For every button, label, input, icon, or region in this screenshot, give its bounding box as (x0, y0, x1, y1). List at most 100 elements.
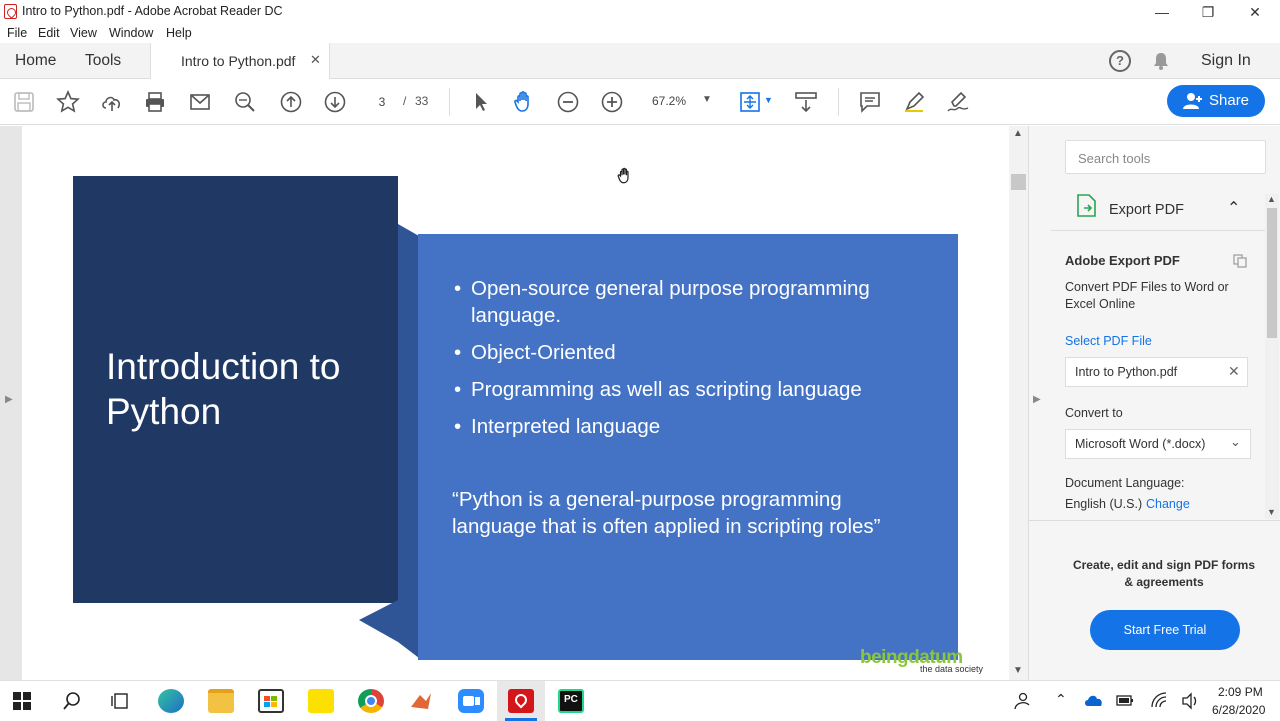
page-separator: / (403, 94, 407, 108)
menu-view[interactable]: View (70, 26, 97, 40)
email-icon[interactable] (188, 90, 212, 114)
previous-page-icon[interactable] (279, 90, 303, 114)
task-view-icon[interactable] (110, 691, 130, 711)
windows-start-icon[interactable] (13, 692, 31, 710)
restore-button[interactable]: ❐ (1185, 0, 1231, 24)
comment-icon[interactable] (858, 90, 882, 114)
find-zoom-icon[interactable] (233, 90, 257, 114)
pane-scroll-thumb[interactable] (1267, 208, 1277, 338)
zoom-in-icon[interactable] (600, 90, 624, 114)
change-language-link[interactable]: Change (1146, 497, 1190, 511)
sign-in-link[interactable]: Sign In (1201, 52, 1251, 70)
edge-icon[interactable] (158, 689, 184, 713)
save-icon[interactable] (12, 90, 36, 114)
document-scrollbar[interactable]: ▲ ▼ (1009, 126, 1028, 680)
left-pane-expand-icon[interactable]: ▶ (5, 394, 13, 405)
battery-icon[interactable] (1116, 693, 1134, 707)
acrobat-icon (508, 689, 534, 713)
print-icon[interactable] (143, 90, 167, 114)
fit-dropdown-icon[interactable]: ▼ (764, 95, 773, 105)
windows-taskbar: PC ⌃ 2:09 PM 6/28/2020 (0, 680, 1280, 721)
store-icon[interactable] (258, 689, 284, 713)
select-pdf-file-link[interactable]: Select PDF File (1065, 334, 1152, 348)
zoom-out-icon[interactable] (556, 90, 580, 114)
next-page-icon[interactable] (323, 90, 347, 114)
zoom-app-icon[interactable] (458, 689, 484, 713)
volume-icon[interactable] (1181, 692, 1199, 710)
highlight-pen-icon[interactable] (902, 90, 926, 114)
help-icon[interactable]: ? (1109, 50, 1131, 72)
window-title: Intro to Python.pdf - Adobe Acrobat Read… (22, 4, 283, 18)
acrobat-app-icon (4, 4, 17, 19)
search-icon[interactable] (62, 691, 82, 711)
convert-to-value: Microsoft Word (*.docx) (1075, 437, 1206, 451)
zoom-level-value[interactable]: 67.2% (652, 94, 686, 108)
document-viewport[interactable]: ▶ Introduction to Python • Open-source ge… (0, 126, 1028, 680)
tab-document[interactable]: Intro to Python.pdf ✕ (150, 43, 330, 79)
chrome-icon[interactable] (358, 689, 384, 713)
tab-document-label: Intro to Python.pdf (181, 53, 296, 69)
share-button-label: Share (1209, 92, 1250, 109)
bullet-text: Interpreted language (471, 415, 661, 438)
menu-file[interactable]: File (7, 26, 27, 40)
divider (1029, 520, 1280, 521)
search-tools-placeholder: Search tools (1078, 151, 1151, 166)
right-pane-collapse-icon[interactable]: ▶ (1033, 394, 1041, 405)
export-pdf-header[interactable]: Export PDF ⌃ (1051, 190, 1266, 230)
matlab-icon[interactable] (408, 689, 434, 713)
scroll-up-icon[interactable]: ▲ (1013, 128, 1023, 139)
acrobat-taskbar-active[interactable] (497, 681, 545, 721)
copy-icon[interactable] (1233, 254, 1247, 268)
wifi-icon[interactable] (1150, 692, 1168, 708)
minimize-button[interactable]: — (1139, 0, 1185, 24)
menu-window[interactable]: Window (109, 26, 153, 40)
tools-pane-scrollbar[interactable]: ▲ ▼ (1265, 194, 1279, 519)
tab-home[interactable]: Home (15, 52, 56, 70)
upload-cloud-icon[interactable] (100, 90, 124, 114)
selected-file-field[interactable]: Intro to Python.pdf ✕ (1065, 357, 1248, 387)
menu-edit[interactable]: Edit (38, 26, 60, 40)
clock-date[interactable]: 6/28/2020 (1212, 703, 1265, 717)
zoom-dropdown-icon[interactable]: ▼ (702, 94, 712, 105)
scroll-down-icon[interactable]: ▼ (1013, 665, 1023, 676)
bullet-item: • Open-source general purpose programming… (454, 277, 870, 327)
pane-scroll-up-icon[interactable]: ▲ (1267, 194, 1276, 204)
close-window-button[interactable]: ✕ (1232, 0, 1278, 24)
export-description: Convert PDF Files to Word or Excel Onlin… (1065, 280, 1229, 311)
show-hidden-icons-icon[interactable]: ⌃ (1055, 691, 1067, 708)
search-tools-input[interactable]: Search tools (1065, 140, 1266, 174)
notification-bell-icon[interactable] (1151, 51, 1171, 71)
hand-tool-icon[interactable] (512, 90, 536, 114)
convert-to-select[interactable]: Microsoft Word (*.docx) ⌄ (1065, 429, 1251, 459)
bookmark-star-icon[interactable] (56, 90, 80, 114)
convert-to-label: Convert to (1065, 406, 1123, 420)
collapse-chevron-icon[interactable]: ⌃ (1227, 198, 1240, 218)
clock-time[interactable]: 2:09 PM (1218, 685, 1263, 699)
scroll-thumb[interactable] (1011, 174, 1026, 190)
file-explorer-icon[interactable] (208, 689, 234, 713)
tab-bar: Home Tools Intro to Python.pdf ✕ ? Sign … (0, 43, 1280, 79)
adobe-export-heading: Adobe Export PDF (1065, 253, 1180, 268)
select-cursor-icon[interactable] (469, 90, 493, 114)
toolbar-divider (449, 88, 450, 116)
chevron-down-icon: ⌄ (1230, 434, 1241, 449)
divider (1051, 230, 1266, 231)
people-icon[interactable] (1013, 692, 1031, 710)
sticky-notes-icon[interactable] (308, 689, 334, 713)
toolbar: 3 / 33 67.2% ▼ ▼ Share (0, 79, 1280, 125)
menu-help[interactable]: Help (166, 26, 192, 40)
scrolling-mode-icon[interactable] (794, 90, 818, 114)
close-tab-icon[interactable]: ✕ (310, 52, 321, 68)
onedrive-cloud-icon[interactable] (1084, 693, 1104, 707)
remove-file-icon[interactable]: ✕ (1228, 363, 1240, 380)
export-pdf-icon (1077, 194, 1096, 217)
pycharm-icon[interactable]: PC (558, 689, 584, 713)
fit-page-icon[interactable] (738, 90, 762, 114)
share-button[interactable]: Share (1167, 85, 1265, 117)
start-free-trial-button[interactable]: Start Free Trial (1090, 610, 1240, 650)
page-number-input[interactable]: 3 (364, 90, 400, 112)
pane-scroll-down-icon[interactable]: ▼ (1267, 507, 1276, 517)
tab-tools[interactable]: Tools (85, 52, 121, 70)
bullet-item: • Interpreted language (454, 415, 661, 438)
sign-pen-icon[interactable] (946, 90, 970, 114)
